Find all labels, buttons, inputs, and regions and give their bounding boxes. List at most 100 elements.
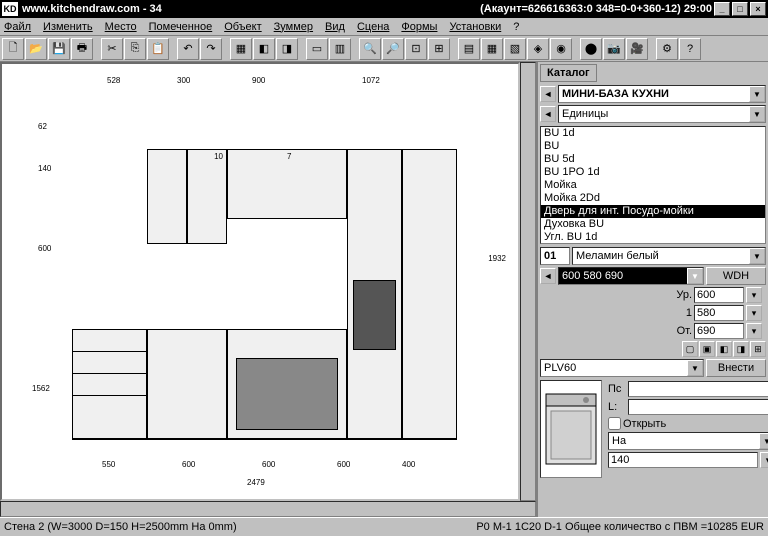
zoom-fit-icon[interactable]: ⊡	[405, 38, 427, 60]
video-icon[interactable]: 🎥	[626, 38, 648, 60]
menu-view[interactable]: Вид	[325, 21, 345, 33]
on-value-input[interactable]	[608, 452, 758, 468]
front-view-icon[interactable]: ▦	[481, 38, 503, 60]
base-drawer-unit[interactable]	[72, 329, 147, 439]
new-icon[interactable]: 🗋	[2, 38, 24, 60]
dropdown-arrow-icon[interactable]: ▼	[749, 86, 765, 102]
wall-cabinet-wide[interactable]: 7	[227, 149, 347, 219]
iso-view-icon[interactable]: ◈	[527, 38, 549, 60]
depth-input[interactable]	[694, 305, 744, 321]
menu-object[interactable]: Объект	[224, 21, 261, 33]
l-input[interactable]	[628, 399, 768, 415]
help-icon[interactable]: ?	[679, 38, 701, 60]
view2-icon[interactable]: ▥	[329, 38, 351, 60]
canvas-scrollbar-h[interactable]	[0, 501, 536, 517]
base-cabinet-1[interactable]	[147, 329, 227, 439]
tall-cabinet-2[interactable]	[402, 149, 457, 439]
tool2-icon[interactable]: ◧	[253, 38, 275, 60]
save-icon[interactable]: 💾	[48, 38, 70, 60]
camera-icon[interactable]: 📷	[603, 38, 625, 60]
mod3-icon[interactable]: ◧	[716, 341, 732, 357]
db-prev-icon[interactable]: ◄	[540, 86, 556, 102]
open-checkbox[interactable]	[608, 417, 621, 430]
tall-cabinet-1[interactable]	[347, 149, 402, 439]
database-dropdown[interactable]: МИНИ-БАЗА КУХНИ ▼	[558, 85, 766, 103]
menu-file[interactable]: Файл	[4, 21, 31, 33]
persp-view-icon[interactable]: ◉	[550, 38, 572, 60]
depth-spin-icon[interactable]: ▾	[746, 305, 762, 321]
menu-scene[interactable]: Сцена	[357, 21, 389, 33]
list-item[interactable]: BU 1d	[541, 127, 765, 140]
dropdown-arrow-icon[interactable]: ▼	[759, 433, 768, 449]
dim-top-2: 300	[177, 76, 190, 85]
menu-help[interactable]: ?	[513, 21, 519, 33]
maximize-button[interactable]: □	[732, 2, 748, 16]
drawing-canvas[interactable]: 528 300 900 1072 62 140 600 1562 1932 55…	[0, 62, 520, 501]
dropdown-arrow-icon[interactable]: ▼	[687, 360, 703, 376]
wdh-button[interactable]: WDH	[706, 267, 766, 285]
minimize-button[interactable]: _	[714, 2, 730, 16]
height-input[interactable]	[694, 323, 744, 339]
menu-settings[interactable]: Установки	[449, 21, 501, 33]
finish-dropdown[interactable]: Меламин белый ▼	[572, 247, 766, 265]
dropdown-arrow-icon[interactable]: ▼	[749, 106, 765, 122]
list-item[interactable]: Духовка BU	[541, 218, 765, 231]
paste-icon[interactable]: 📋	[147, 38, 169, 60]
open-icon[interactable]: 📂	[25, 38, 47, 60]
menu-zoom[interactable]: Зуммер	[274, 21, 313, 33]
dropdown-arrow-icon[interactable]: ▼	[687, 268, 703, 284]
close-button[interactable]: ×	[750, 2, 766, 16]
height-label: От.	[670, 325, 692, 337]
redo-icon[interactable]: ↷	[200, 38, 222, 60]
wall-cabinet-1[interactable]	[147, 149, 187, 244]
on-dropdown[interactable]: На ▼	[608, 432, 768, 450]
list-item[interactable]: BU	[541, 140, 765, 153]
units-prev-icon[interactable]: ◄	[540, 106, 556, 122]
menu-forms[interactable]: Формы	[401, 21, 437, 33]
list-item[interactable]: BU 5d	[541, 153, 765, 166]
menu-marked[interactable]: Помеченное	[149, 21, 213, 33]
tool-icon[interactable]: ▦	[230, 38, 252, 60]
list-item[interactable]: Угл. BU 1d	[541, 231, 765, 244]
menu-edit[interactable]: Изменить	[43, 21, 93, 33]
units-dropdown[interactable]: Единицы ▼	[558, 105, 766, 123]
side-view-icon[interactable]: ▧	[504, 38, 526, 60]
items-listbox[interactable]: BU 1d BU BU 5d BU 1PO 1d Мойка Мойка 2Dd…	[540, 126, 766, 244]
zoom-out-icon[interactable]: 🔎	[382, 38, 404, 60]
width-spin-icon[interactable]: ▾	[746, 287, 762, 303]
base-oven-unit[interactable]	[227, 329, 347, 439]
canvas-scrollbar-v[interactable]	[520, 62, 536, 501]
code-dropdown[interactable]: PLV60 ▼	[540, 359, 704, 377]
pl-input[interactable]	[628, 381, 768, 397]
view-icon[interactable]: ▭	[306, 38, 328, 60]
menu-place[interactable]: Место	[105, 21, 137, 33]
list-item[interactable]: Мойка 2Dd	[541, 192, 765, 205]
width-input[interactable]	[694, 287, 744, 303]
mod1-icon[interactable]: ▢	[682, 341, 698, 357]
mod5-icon[interactable]: ⊞	[750, 341, 766, 357]
settings-icon[interactable]: ⚙	[656, 38, 678, 60]
zoom-reset-icon[interactable]: ⊞	[428, 38, 450, 60]
list-item-selected[interactable]: Дверь для инт. Посудо-мойки	[541, 205, 765, 218]
on-spin-icon[interactable]: ▾	[760, 452, 768, 468]
copy-icon[interactable]: ⎘	[124, 38, 146, 60]
insert-button[interactable]: Внести	[706, 359, 766, 377]
tool3-icon[interactable]: ◨	[276, 38, 298, 60]
cut-icon[interactable]: ✂	[101, 38, 123, 60]
zoom-in-icon[interactable]: 🔍	[359, 38, 381, 60]
finish-code[interactable]: 01	[540, 247, 570, 265]
wall-cabinet-2[interactable]: 10	[187, 149, 227, 244]
render-icon[interactable]: ⬤	[580, 38, 602, 60]
dims-dropdown[interactable]: 600 580 690 ▼	[558, 267, 704, 285]
dropdown-arrow-icon[interactable]: ▼	[749, 248, 765, 264]
mod4-icon[interactable]: ◨	[733, 341, 749, 357]
undo-icon[interactable]: ↶	[177, 38, 199, 60]
plan-view-icon[interactable]: ▤	[458, 38, 480, 60]
print-icon[interactable]: 🖶	[71, 38, 93, 60]
height-spin-icon[interactable]: ▾	[746, 323, 762, 339]
list-item[interactable]: BU 1PO 1d	[541, 166, 765, 179]
mod2-icon[interactable]: ▣	[699, 341, 715, 357]
list-item[interactable]: Мойка	[541, 179, 765, 192]
catalog-tab[interactable]: Каталог	[540, 64, 597, 82]
dims-prev-icon[interactable]: ◄	[540, 268, 556, 284]
